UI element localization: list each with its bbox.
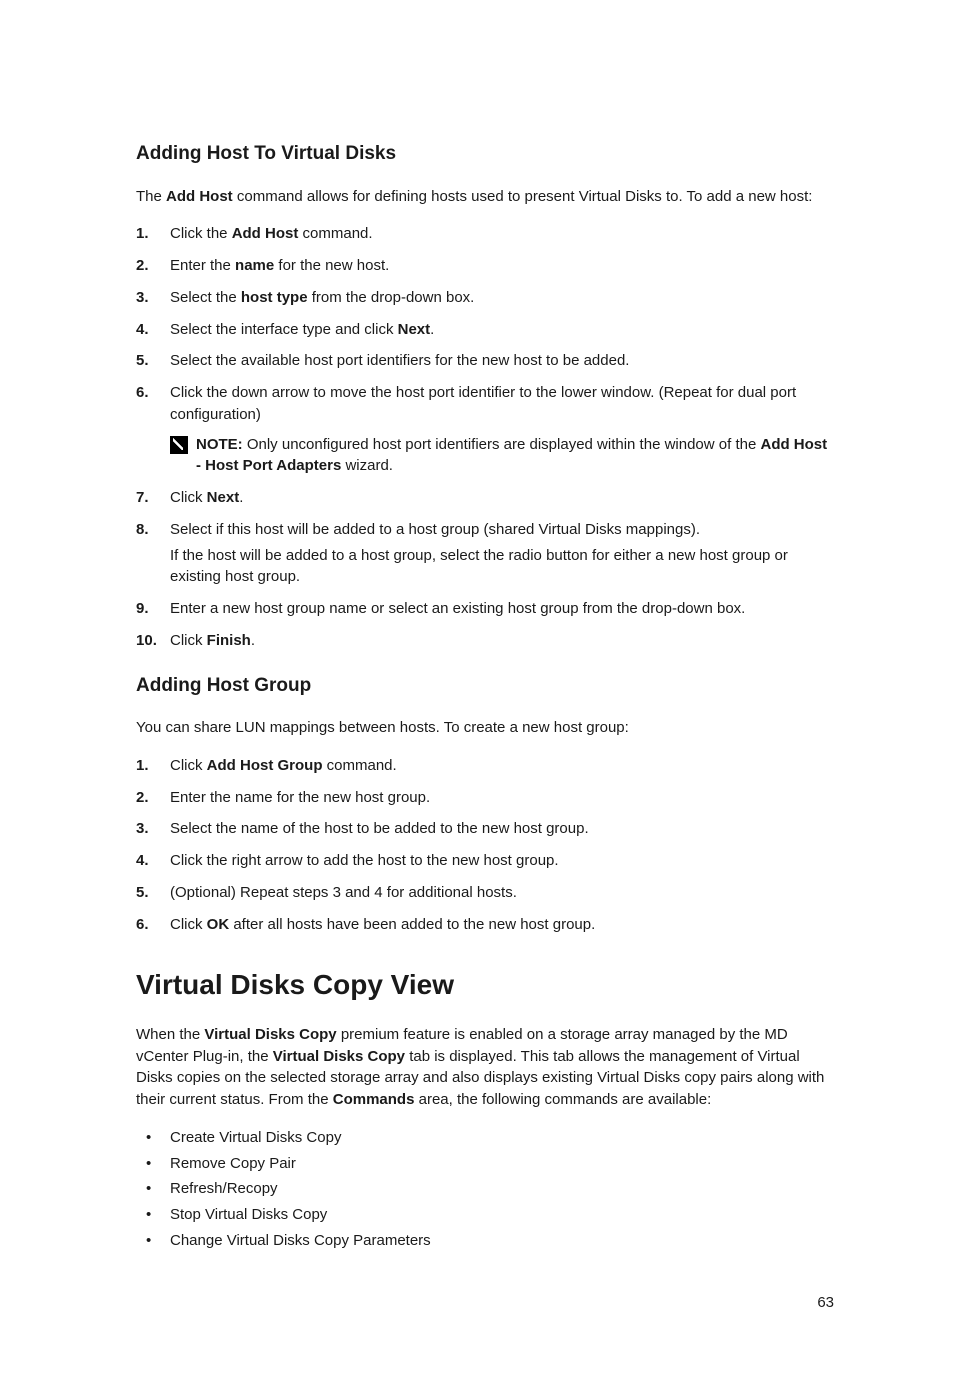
text: Click the down arrow to move the host po… xyxy=(170,384,796,423)
note-block: NOTE: Only unconfigured host port identi… xyxy=(170,434,834,478)
text: Enter the xyxy=(170,257,235,274)
text: Click xyxy=(170,916,207,933)
list-item: Select the name of the host to be added … xyxy=(136,818,834,840)
text: command allows for defining hosts used t… xyxy=(233,188,813,205)
text: for the new host. xyxy=(274,257,389,274)
text: . xyxy=(239,489,243,506)
ordered-list-add-host: Click the Add Host command. Enter the na… xyxy=(136,223,834,651)
list-item: Enter a new host group name or select an… xyxy=(136,598,834,620)
list-item: Change Virtual Disks Copy Parameters xyxy=(136,1230,834,1252)
bold-text: OK xyxy=(207,916,230,933)
text: Click xyxy=(170,489,207,506)
list-item: Select the host type from the drop-down … xyxy=(136,287,834,309)
bold-text: host type xyxy=(241,289,308,306)
bold-text: Next xyxy=(398,321,431,338)
list-item: Click Finish. xyxy=(136,630,834,652)
text: Click xyxy=(170,632,207,649)
list-item: Remove Copy Pair xyxy=(136,1153,834,1175)
text: area, the following commands are availab… xyxy=(414,1091,711,1108)
text: Click xyxy=(170,757,207,774)
list-item: Select the interface type and click Next… xyxy=(136,319,834,341)
list-item: Refresh/Recopy xyxy=(136,1178,834,1200)
note-icon xyxy=(170,436,188,454)
text: The xyxy=(136,188,166,205)
page-number: 63 xyxy=(136,1292,834,1314)
text: Select if this host will be added to a h… xyxy=(170,521,700,538)
text: When the xyxy=(136,1026,204,1043)
note-text: NOTE: Only unconfigured host port identi… xyxy=(196,434,834,478)
heading-adding-host-to-virtual-disks: Adding Host To Virtual Disks xyxy=(136,140,834,168)
text: Select the xyxy=(170,289,241,306)
list-item: Click Add Host Group command. xyxy=(136,755,834,777)
list-item: Click the down arrow to move the host po… xyxy=(136,382,834,477)
list-item: Click OK after all hosts have been added… xyxy=(136,914,834,936)
list-item: Stop Virtual Disks Copy xyxy=(136,1204,834,1226)
list-item: Enter the name for the new host. xyxy=(136,255,834,277)
list-item: Select the available host port identifie… xyxy=(136,350,834,372)
text: wizard. xyxy=(341,457,393,474)
bold-text: Next xyxy=(207,489,240,506)
bold-text: Virtual Disks Copy xyxy=(204,1026,336,1043)
bold-text: Commands xyxy=(333,1091,415,1108)
text: after all hosts have been added to the n… xyxy=(229,916,595,933)
list-item: Enter the name for the new host group. xyxy=(136,787,834,809)
heading-adding-host-group: Adding Host Group xyxy=(136,672,834,700)
list-item: (Optional) Repeat steps 3 and 4 for addi… xyxy=(136,882,834,904)
text: from the drop-down box. xyxy=(308,289,475,306)
text: Only unconfigured host port identifiers … xyxy=(247,436,761,453)
bold-text: Finish xyxy=(207,632,251,649)
intro-paragraph-1: The Add Host command allows for defining… xyxy=(136,186,834,208)
list-item: Create Virtual Disks Copy xyxy=(136,1127,834,1149)
text: command. xyxy=(323,757,397,774)
list-item: Click the right arrow to add the host to… xyxy=(136,850,834,872)
text: . xyxy=(251,632,255,649)
bullet-list-commands: Create Virtual Disks Copy Remove Copy Pa… xyxy=(136,1127,834,1252)
bold-text: Add Host Group xyxy=(207,757,323,774)
sub-paragraph: If the host will be added to a host grou… xyxy=(170,545,834,589)
note-label: NOTE: xyxy=(196,436,247,453)
text: Select the interface type and click xyxy=(170,321,398,338)
ordered-list-add-host-group: Click Add Host Group command. Enter the … xyxy=(136,755,834,936)
list-item: Select if this host will be added to a h… xyxy=(136,519,834,588)
bold-text: name xyxy=(235,257,274,274)
text: . xyxy=(430,321,434,338)
text: command. xyxy=(298,225,372,242)
intro-paragraph-2: You can share LUN mappings between hosts… xyxy=(136,717,834,739)
paragraph-virtual-disks-copy: When the Virtual Disks Copy premium feat… xyxy=(136,1024,834,1111)
bold-text: Add Host xyxy=(166,188,233,205)
list-item: Click the Add Host command. xyxy=(136,223,834,245)
list-item: Click Next. xyxy=(136,487,834,509)
bold-text: Add Host xyxy=(232,225,299,242)
heading-virtual-disks-copy-view: Virtual Disks Copy View xyxy=(136,965,834,1006)
text: Click the xyxy=(170,225,232,242)
bold-text: Virtual Disks Copy xyxy=(273,1048,405,1065)
